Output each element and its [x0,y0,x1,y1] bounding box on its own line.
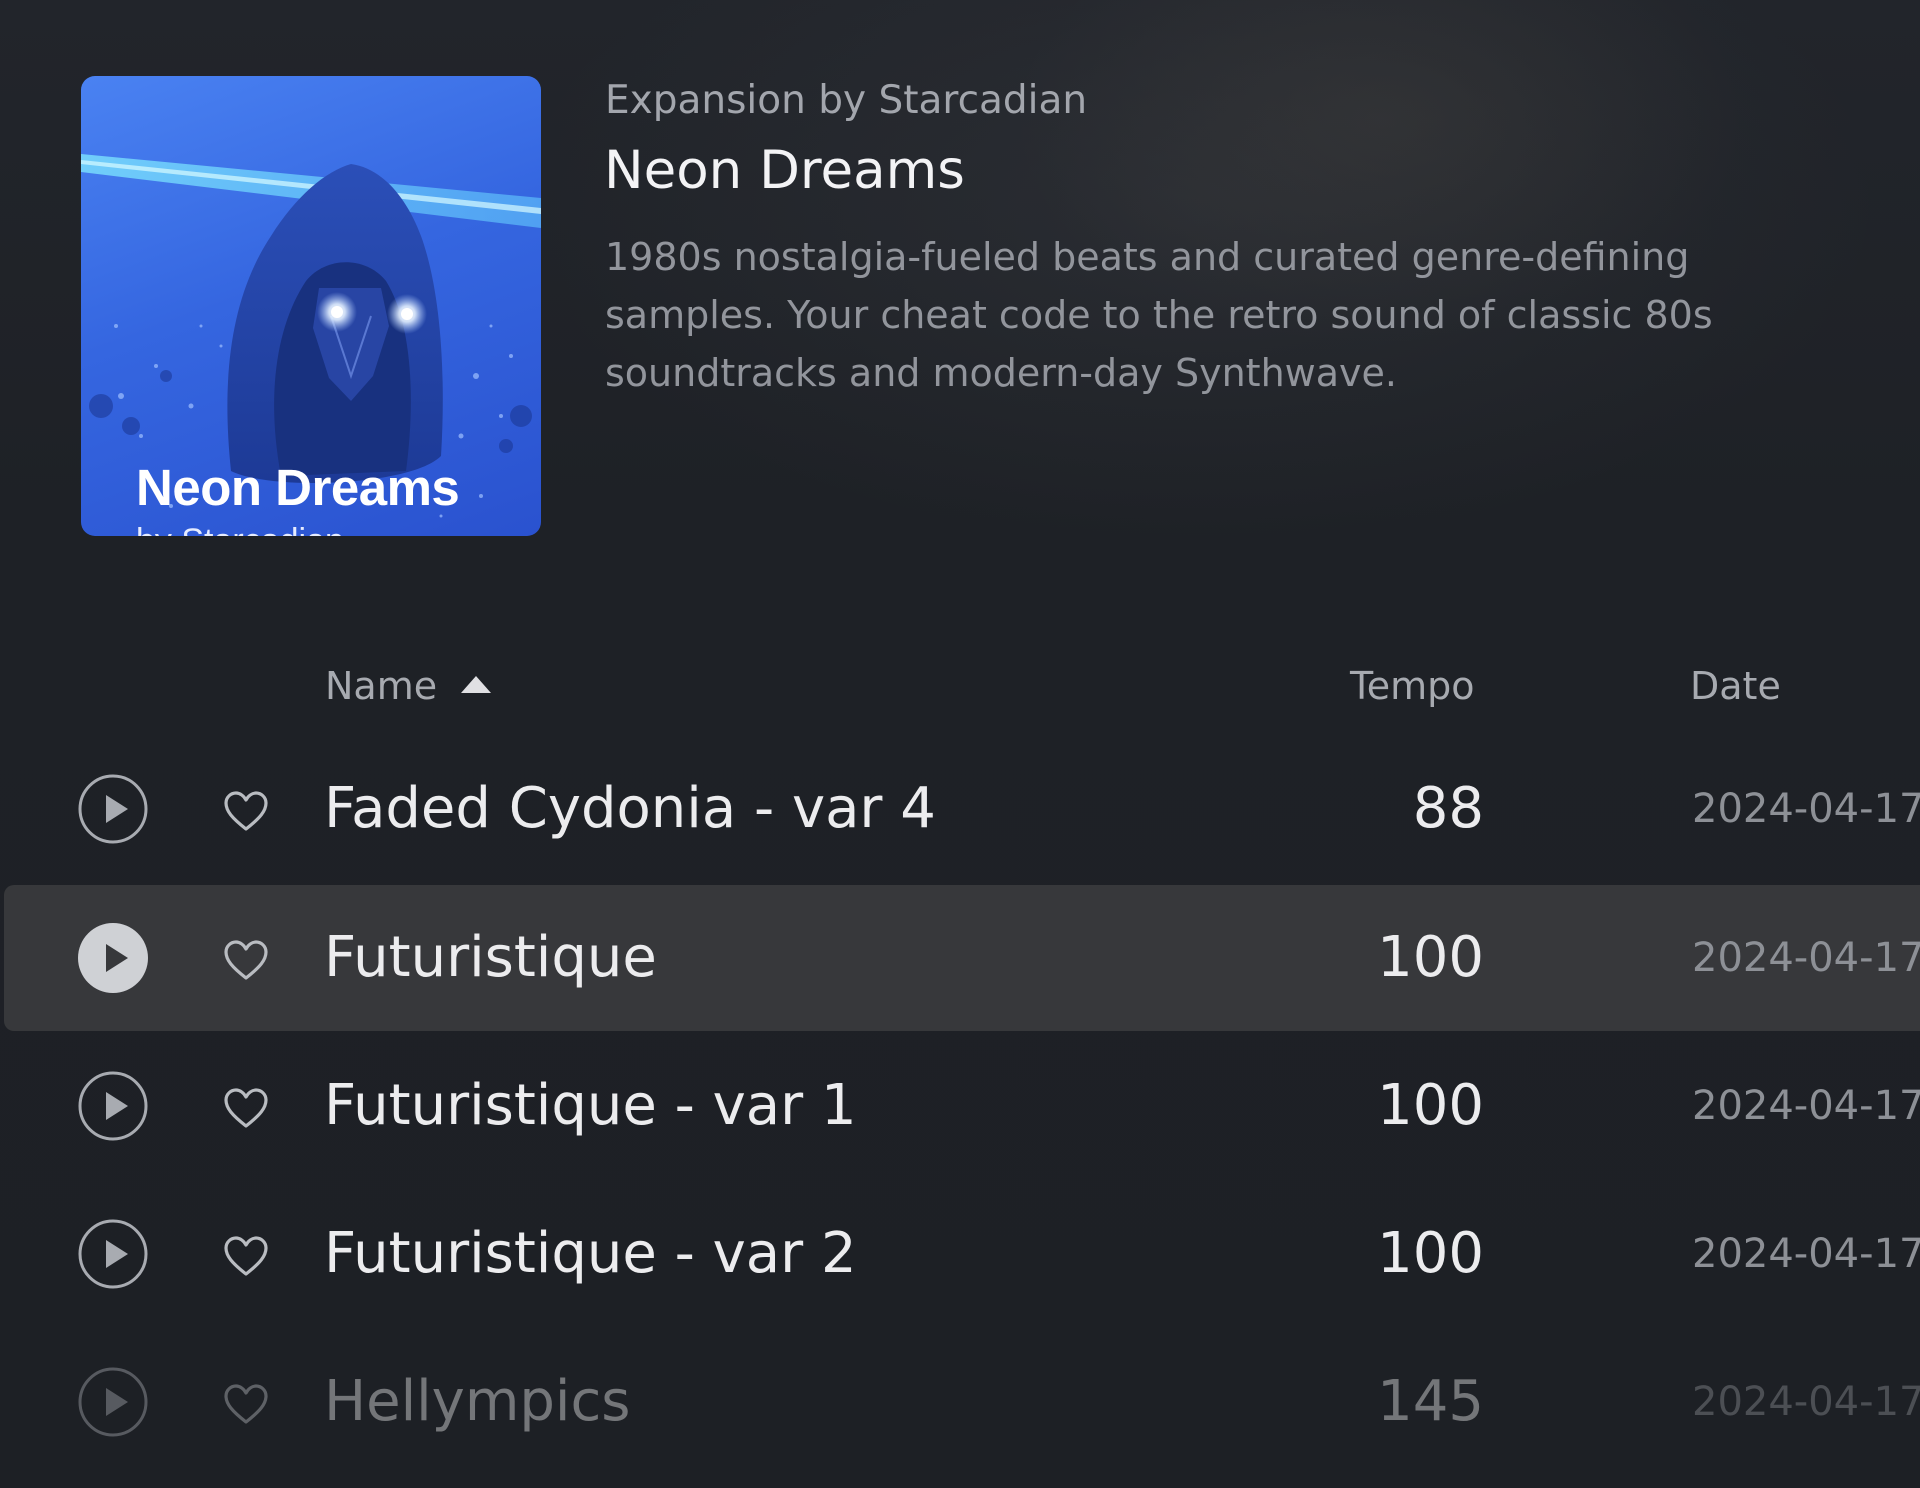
column-header-name[interactable]: Name [325,664,437,708]
play-icon[interactable] [77,1070,149,1142]
heart-icon[interactable] [222,1234,270,1278]
row-name: Hellympics [324,1369,631,1434]
cover-subtitle: by Starcadian [136,522,344,536]
heart-icon[interactable] [222,789,270,833]
column-header-date[interactable]: Date [1690,664,1781,708]
table-row[interactable]: Faded Cydonia - var 4 88 2024-04-17 [4,736,1920,882]
table-row[interactable]: Futuristique - var 2 100 2024-04-17 [4,1181,1920,1327]
row-date: 2024-04-17 [1692,1379,1920,1425]
row-tempo: 100 [1377,1073,1484,1138]
table-row[interactable]: Hellympics 145 2024-04-17 [4,1329,1920,1475]
row-tempo: 100 [1377,1221,1484,1286]
row-tempo: 145 [1377,1369,1484,1434]
row-name: Futuristique - var 2 [324,1221,857,1286]
cover-title: Neon Dreams [136,459,460,516]
row-name: Futuristique - var 1 [324,1073,857,1138]
expansion-description: 1980s nostalgia-fueled beats and curated… [605,235,1713,395]
expansion-cover-art: Neon Dreams by Starcadian [81,76,541,536]
column-header-tempo[interactable]: Tempo [1350,664,1475,708]
play-icon[interactable] [77,922,149,994]
row-date: 2024-04-17 [1692,935,1920,981]
play-icon[interactable] [77,1366,149,1438]
heart-icon[interactable] [222,1086,270,1130]
heart-icon[interactable] [222,938,270,982]
row-date: 2024-04-17 [1692,786,1920,832]
sort-ascending-icon[interactable] [461,676,491,693]
play-icon[interactable] [77,1218,149,1290]
row-date: 2024-04-17 [1692,1083,1920,1129]
table-row[interactable]: Futuristique - var 1 100 2024-04-17 [4,1033,1920,1179]
heart-icon[interactable] [222,1382,270,1426]
row-tempo: 88 [1412,776,1484,841]
row-tempo: 100 [1377,925,1484,990]
table-row-selected[interactable]: Futuristique 100 2024-04-17 [4,885,1920,1031]
play-icon[interactable] [77,773,149,845]
expansion-page: Neon Dreams by Starcadian Expansion by S… [0,0,1920,1488]
row-name: Futuristique [324,925,657,990]
row-date: 2024-04-17 [1692,1231,1920,1277]
row-name: Faded Cydonia - var 4 [324,776,936,841]
expansion-title: Neon Dreams [604,140,965,201]
expansion-author-label: Expansion by Starcadian [605,78,1088,123]
